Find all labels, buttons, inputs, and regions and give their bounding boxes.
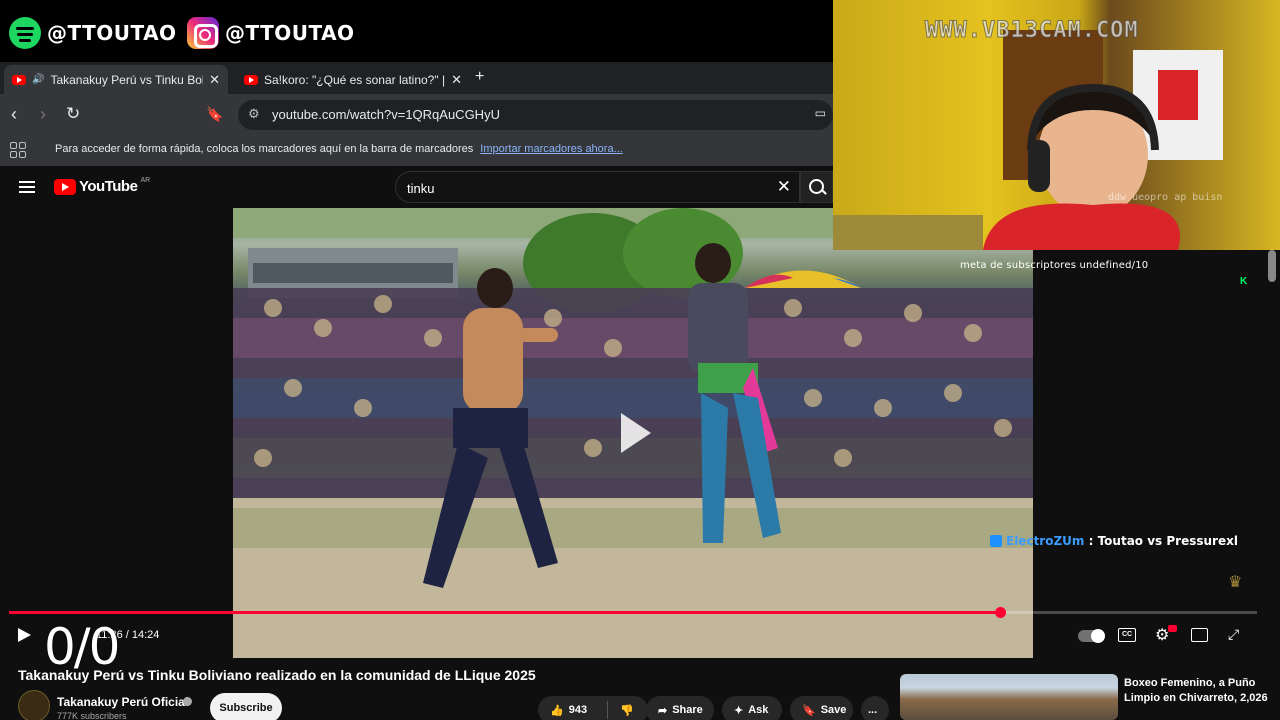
ask-label: Ask: [748, 704, 769, 716]
fullscreen-icon[interactable]: ⤢: [1228, 626, 1239, 642]
youtube-favicon-icon: [244, 74, 258, 85]
hd-badge: [1168, 625, 1177, 632]
search-input[interactable]: tinku ✕: [395, 171, 800, 203]
import-bookmarks-link[interactable]: Importar marcadores ahora...: [480, 143, 622, 155]
stream-counter: 0/0: [44, 618, 120, 676]
webcam-watermark: WWW.VB13CAM.COM: [925, 18, 1139, 44]
webcam-overlay: WWW.VB13CAM.COM ddw ueopro ap buisn: [833, 0, 1280, 250]
instagram-handle-text: @TTOUTAO: [225, 21, 355, 45]
cast-icon[interactable]: ▭: [815, 106, 826, 120]
apps-icon[interactable]: [10, 142, 26, 158]
save-label: Save: [820, 704, 847, 716]
social-overlay-bar: @TTOUTAO @TTOUTAO: [0, 0, 833, 62]
site-info-icon[interactable]: ⚙: [248, 106, 260, 122]
ask-button[interactable]: ✦ Ask: [722, 696, 782, 720]
like-separator: [607, 701, 608, 719]
video-title: Takanakuy Perú vs Tinku Boliviano realiz…: [18, 667, 536, 683]
verified-icon: [183, 697, 192, 706]
chat-message: ElectroZUm : Toutao vs Pressurexl: [990, 534, 1238, 548]
webcam-small-text: ddw ueopro ap buisn: [1108, 192, 1223, 203]
thumbs-up-icon: 👍: [550, 704, 564, 717]
search-query: tinku: [407, 181, 435, 196]
save-button[interactable]: 🔖 Save: [790, 696, 853, 720]
goal-indicator-icon: K: [1240, 276, 1248, 287]
instagram-handle: @TTOUTAO: [187, 17, 355, 49]
avatar[interactable]: [18, 690, 50, 720]
spotify-handle-text: @TTOUTAO: [47, 21, 177, 45]
subscribe-button[interactable]: Subscribe: [210, 693, 282, 720]
spotify-icon: [9, 17, 41, 49]
subscriber-count: 777K subscribers: [57, 711, 127, 720]
menu-icon[interactable]: [19, 181, 35, 193]
spotify-handle: @TTOUTAO: [9, 17, 177, 49]
channel-name[interactable]: Takanakuy Perú Oficial: [57, 695, 188, 709]
chat-text: : Toutao vs Pressurexl: [1084, 534, 1238, 548]
channel-watermark-icon: ♛: [1228, 574, 1243, 591]
chat-badge-icon: [990, 535, 1002, 547]
forward-icon[interactable]: ›: [40, 104, 46, 124]
youtube-logo-text: YouTube: [79, 178, 138, 195]
video-player[interactable]: [233, 208, 1033, 658]
close-tab-icon[interactable]: ✕: [451, 72, 462, 88]
youtube-logo-icon: [54, 178, 76, 195]
chat-username: ElectroZUm: [1006, 534, 1085, 548]
miniplayer-icon[interactable]: [1191, 628, 1208, 642]
youtube-logo[interactable]: YouTube AR: [54, 177, 151, 195]
like-button[interactable]: 👍 943 👎: [538, 696, 648, 720]
bookmarks-bar: Para acceder de forma rápida, coloca los…: [0, 136, 833, 166]
share-label: Share: [672, 704, 703, 716]
share-button[interactable]: ➦ Share: [646, 696, 714, 720]
center-play-icon[interactable]: [617, 413, 653, 457]
instagram-icon: [187, 17, 219, 49]
new-tab-button[interactable]: +: [475, 68, 484, 86]
share-icon: ➦: [658, 704, 668, 717]
progress-scrubber[interactable]: [994, 607, 1006, 618]
back-icon[interactable]: ‹: [11, 104, 17, 124]
youtube-favicon-icon: [12, 74, 26, 85]
autoplay-toggle[interactable]: [1078, 629, 1105, 643]
youtube-header: YouTube AR tinku ✕: [0, 166, 833, 208]
close-tab-icon[interactable]: ✕: [209, 72, 220, 88]
related-video-thumbnail[interactable]: [900, 674, 1118, 720]
speaker-icon: 🔊: [32, 74, 45, 85]
play-button[interactable]: [18, 628, 32, 642]
save-icon: 🔖: [802, 704, 816, 717]
tab-strip: 🔊 Takanakuy Perú vs Tinku Bolivi ✕ Sa!ko…: [0, 62, 833, 94]
youtube-region-label: AR: [140, 177, 151, 184]
more-actions-button[interactable]: ...: [861, 696, 889, 720]
subscriber-goal: meta de subscriptores undefined/10: [960, 260, 1149, 271]
progress-fill: [9, 611, 1000, 614]
related-video-title[interactable]: Boxeo Femenino, a Puño Limpio en Chivarr…: [1124, 676, 1274, 706]
clear-search-icon[interactable]: ✕: [777, 177, 791, 197]
bookmark-icon[interactable]: 🔖: [206, 104, 223, 124]
tab-label: Takanakuy Perú vs Tinku Bolivi: [50, 72, 204, 87]
sparkle-icon: ✦: [734, 704, 744, 717]
tab-label: Sa!koro: "¿Qué es sonar latino?" | Ent: [264, 72, 446, 87]
page-scrollbar[interactable]: [1268, 250, 1276, 282]
url-text: youtube.com/watch?v=1QRqAuCGHyU: [272, 107, 500, 122]
browser-toolbar: ‹ › ↻ 🔖 ⚙ youtube.com/watch?v=1QRqAuCGHy…: [0, 94, 833, 136]
like-count: 943: [568, 704, 588, 716]
progress-bar[interactable]: [9, 607, 1257, 618]
tab-sakoro[interactable]: Sa!koro: "¿Qué es sonar latino?" | Ent ✕: [236, 65, 470, 94]
search-button[interactable]: [800, 171, 833, 203]
reload-icon[interactable]: ↻: [66, 104, 80, 124]
captions-icon[interactable]: CC: [1118, 628, 1136, 642]
thumbs-down-icon[interactable]: 👎: [620, 704, 634, 717]
tab-takanakuy[interactable]: 🔊 Takanakuy Perú vs Tinku Bolivi ✕: [4, 65, 228, 94]
address-bar[interactable]: ⚙ youtube.com/watch?v=1QRqAuCGHyU ▭: [238, 100, 833, 130]
bookmarks-message: Para acceder de forma rápida, coloca los…: [55, 143, 623, 155]
bookmarks-message-text: Para acceder de forma rápida, coloca los…: [55, 143, 474, 155]
